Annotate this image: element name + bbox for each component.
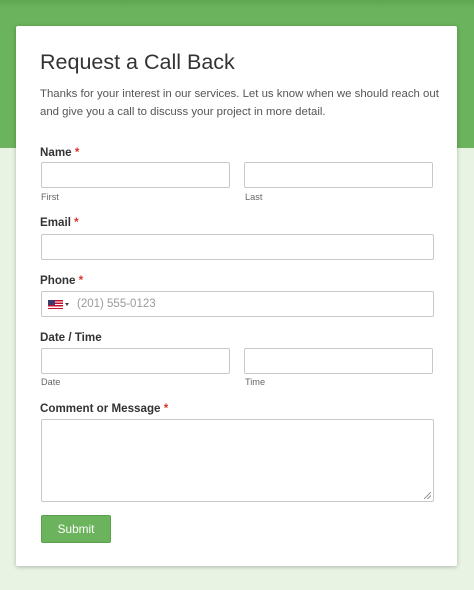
callback-form-card: Request a Call Back Thanks for your inte… xyxy=(16,26,457,566)
date-input[interactable] xyxy=(41,348,230,374)
name-required-marker: * xyxy=(74,146,80,159)
email-input[interactable] xyxy=(41,234,434,260)
date-sublabel: Date xyxy=(41,377,61,387)
phone-placeholder: (201) 555-0123 xyxy=(77,298,156,310)
phone-label-text: Phone xyxy=(40,274,76,287)
email-label: Email * xyxy=(40,216,79,229)
email-required-marker: * xyxy=(74,216,79,229)
us-flag-icon[interactable] xyxy=(48,300,63,309)
form-intro: Thanks for your interest in our services… xyxy=(40,88,439,118)
comment-label-text: Comment or Message xyxy=(40,402,161,415)
first-name-sublabel: First xyxy=(41,192,59,202)
comment-label: Comment or Message * xyxy=(40,402,168,415)
phone-input[interactable]: (201) 555-0123 xyxy=(41,291,434,317)
last-name-sublabel: Last xyxy=(245,192,263,202)
datetime-label-text: Date / Time xyxy=(40,331,102,344)
comment-required-marker: * xyxy=(163,402,169,415)
submit-button[interactable]: Submit xyxy=(41,515,111,543)
phone-label: Phone * xyxy=(40,274,83,287)
last-name-input[interactable] xyxy=(244,162,433,188)
datetime-label: Date / Time xyxy=(40,331,102,344)
time-sublabel: Time xyxy=(245,377,266,387)
time-input[interactable] xyxy=(244,348,433,374)
comment-textarea[interactable] xyxy=(41,419,434,502)
form-title: Request a Call Back xyxy=(40,50,235,74)
chevron-down-icon[interactable] xyxy=(65,303,69,306)
resize-grip-icon[interactable] xyxy=(424,492,431,499)
phone-required-marker: * xyxy=(78,274,84,287)
name-label: Name * xyxy=(40,146,79,159)
name-label-text: Name xyxy=(40,146,72,159)
first-name-input[interactable] xyxy=(41,162,230,188)
email-label-text: Email xyxy=(40,216,71,229)
